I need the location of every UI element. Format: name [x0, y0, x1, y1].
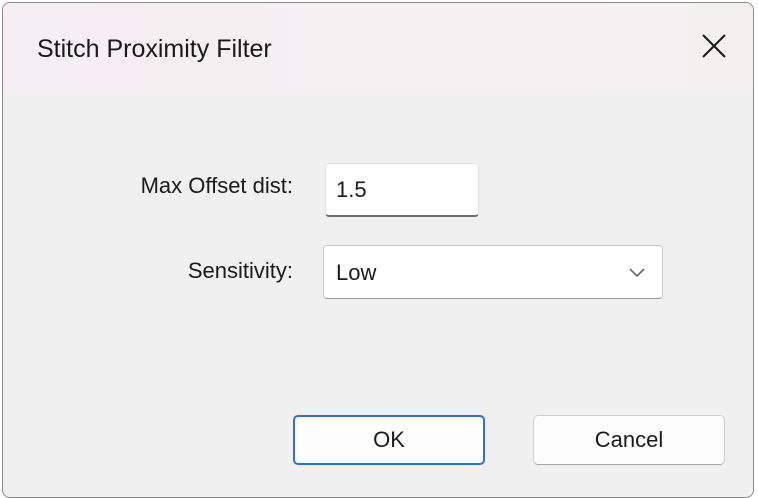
close-button[interactable] [683, 17, 745, 75]
close-icon [702, 34, 726, 58]
cancel-button[interactable]: Cancel [533, 415, 725, 465]
chevron-down-icon [629, 268, 645, 278]
ok-button[interactable]: OK [293, 415, 485, 465]
max-offset-label: Max Offset dist: [140, 173, 293, 198]
sensitivity-dropdown[interactable]: Low [323, 245, 663, 299]
title-bar: Stitch Proximity Filter [3, 3, 753, 89]
sensitivity-selected-value: Low [336, 260, 377, 285]
sensitivity-label: Sensitivity: [187, 258, 293, 283]
dialog-title: Stitch Proximity Filter [37, 35, 272, 63]
stitch-proximity-filter-dialog: Stitch Proximity Filter Max Offset dist:… [2, 2, 754, 498]
max-offset-input[interactable] [325, 163, 479, 217]
